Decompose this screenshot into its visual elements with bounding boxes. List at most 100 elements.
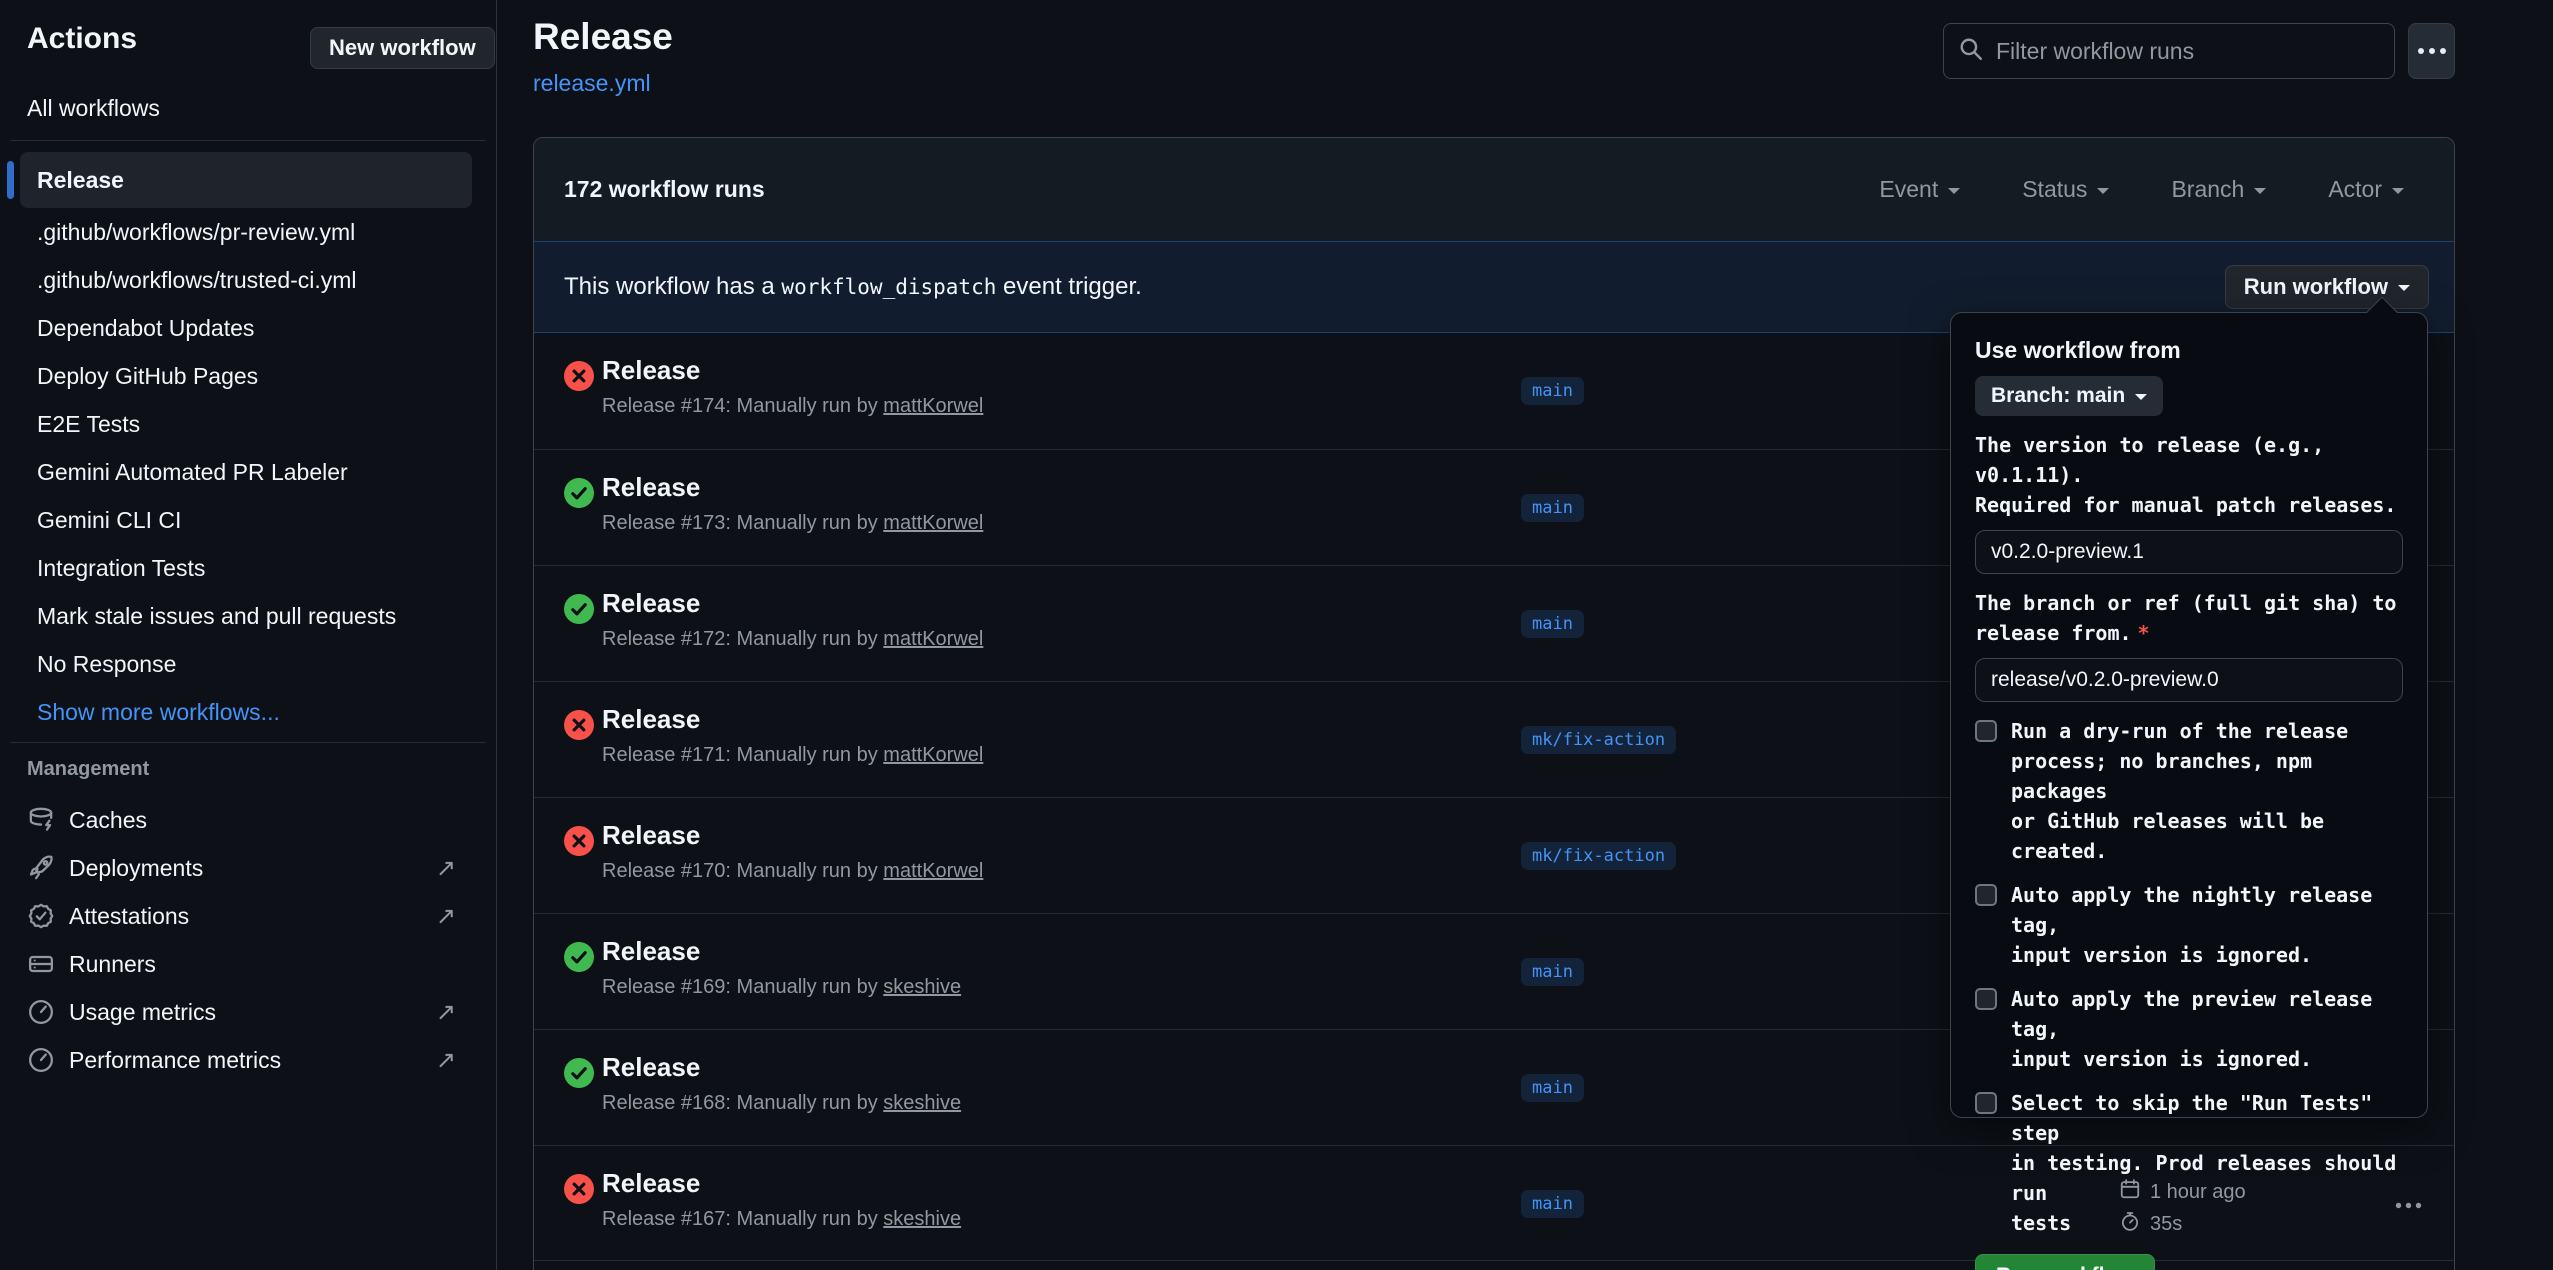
run-workflow-submit-button[interactable]: Run workflow — [1975, 1254, 2155, 1270]
workflow-dispatch-code: workflow_dispatch — [781, 275, 996, 299]
sidebar-item-workflow[interactable]: Integration Tests — [20, 544, 472, 592]
sidebar-item-attestations[interactable]: Attestations↗ — [0, 892, 496, 940]
run-meta: Release #174: Manually run by mattKorwel — [602, 395, 983, 418]
filter-branch[interactable]: Branch — [2171, 176, 2266, 203]
actor-link[interactable]: skeshive — [883, 976, 961, 998]
workflow-label: Integration Tests — [37, 555, 205, 582]
actor-link[interactable]: mattKorwel — [883, 628, 983, 650]
branch-badge[interactable]: main — [1521, 494, 1584, 522]
workflow-label: .github/workflows/trusted-ci.yml — [37, 267, 357, 294]
failed-status-icon — [564, 1174, 594, 1204]
banner-text: This workflow has a workflow_dispatch ev… — [564, 273, 1142, 301]
sidebar-item-deployments[interactable]: Deployments↗ — [0, 844, 496, 892]
chevron-down-icon — [1948, 188, 1960, 200]
filter-event[interactable]: Event — [1879, 176, 1960, 203]
option-checkbox[interactable] — [1975, 1092, 1997, 1114]
run-title-link[interactable]: Release — [602, 588, 700, 619]
run-meta: Release #169: Manually run by skeshive — [602, 976, 961, 999]
workflow-label: Gemini Automated PR Labeler — [37, 459, 348, 486]
run-title-link[interactable]: Release — [602, 355, 700, 386]
run-meta: Release #172: Manually run by mattKorwel — [602, 628, 983, 651]
run-title-link[interactable]: Release — [602, 936, 700, 967]
option-checkbox[interactable] — [1975, 988, 1997, 1010]
actor-link[interactable]: mattKorwel — [883, 395, 983, 417]
popup-option-row: Auto apply the nightly release tag,input… — [1975, 880, 2403, 970]
actor-link[interactable]: mattKorwel — [883, 512, 983, 534]
sidebar: Actions New workflow All workflows Relea… — [0, 0, 497, 1270]
success-status-icon — [564, 478, 594, 508]
sidebar-item-workflow[interactable]: .github/workflows/trusted-ci.yml — [20, 256, 472, 304]
option-label: Select to skip the "Run Tests" stepin te… — [2011, 1088, 2403, 1238]
failed-status-icon — [564, 361, 594, 391]
management-section-label: Management — [27, 758, 149, 781]
runs-count: 172 workflow runs — [564, 176, 765, 203]
branch-badge[interactable]: main — [1521, 958, 1584, 986]
sidebar-item-caches[interactable]: Caches — [0, 796, 496, 844]
branch-badge[interactable]: mk/fix-action — [1521, 726, 1676, 754]
actor-link[interactable]: skeshive — [883, 1092, 961, 1114]
management-label: Deployments — [69, 855, 203, 882]
sidebar-item-runners[interactable]: Runners — [0, 940, 496, 988]
filter-status[interactable]: Status — [2022, 176, 2109, 203]
chevron-down-icon — [2392, 188, 2404, 200]
sidebar-item-workflow[interactable]: .github/workflows/pr-review.yml — [20, 208, 472, 256]
failed-status-icon — [564, 710, 594, 740]
workflow-label: Deploy GitHub Pages — [37, 363, 258, 390]
branch-selector-button[interactable]: Branch: main — [1975, 376, 2163, 416]
sidebar-item-workflow[interactable]: Release — [20, 152, 472, 208]
run-workflow-dropdown-button[interactable]: Run workflow — [2225, 265, 2429, 309]
sidebar-item-workflow[interactable]: Dependabot Updates — [20, 304, 472, 352]
run-title-link[interactable]: Release — [602, 1168, 700, 1199]
management-label: Caches — [69, 807, 147, 834]
page-kebab-menu-button[interactable] — [2408, 23, 2455, 79]
show-more-workflows-link[interactable]: Show more workflows... — [20, 688, 472, 736]
run-meta: Release #170: Manually run by mattKorwel — [602, 860, 983, 883]
search-icon — [1958, 36, 1984, 67]
management-list: CachesDeployments↗Attestations↗RunnersUs… — [0, 796, 496, 1084]
branch-badge[interactable]: main — [1521, 1190, 1584, 1218]
failed-status-icon — [564, 826, 594, 856]
chevron-down-icon — [2097, 188, 2109, 200]
run-meta: Release #167: Manually run by skeshive — [602, 1208, 961, 1231]
actor-link[interactable]: mattKorwel — [883, 744, 983, 766]
run-title-link[interactable]: Release — [602, 1052, 700, 1083]
filter-workflow-runs-input[interactable] — [1996, 38, 2380, 65]
workflow-label: Gemini CLI CI — [37, 507, 181, 534]
sidebar-item-all-workflows[interactable]: All workflows — [27, 95, 160, 122]
sidebar-item-workflow[interactable]: Gemini Automated PR Labeler — [20, 448, 472, 496]
branch-badge[interactable]: main — [1521, 610, 1584, 638]
run-title-link[interactable]: Release — [602, 704, 700, 735]
sidebar-divider — [10, 742, 486, 743]
external-link-icon: ↗ — [436, 902, 456, 931]
actor-link[interactable]: skeshive — [883, 1208, 961, 1230]
workflow-label: No Response — [37, 651, 176, 678]
option-label: Auto apply the nightly release tag,input… — [2011, 880, 2403, 970]
workflow-file-link[interactable]: release.yml — [533, 70, 651, 97]
sidebar-item-workflow[interactable]: Mark stale issues and pull requests — [20, 592, 472, 640]
option-checkbox[interactable] — [1975, 720, 1997, 742]
run-title-link[interactable]: Release — [602, 472, 700, 503]
meter-icon — [27, 998, 55, 1026]
success-status-icon — [564, 942, 594, 972]
sidebar-item-workflow[interactable]: No Response — [20, 640, 472, 688]
chevron-down-icon — [2398, 285, 2410, 297]
actor-link[interactable]: mattKorwel — [883, 860, 983, 882]
option-checkbox[interactable] — [1975, 884, 1997, 906]
ref-input[interactable] — [1975, 658, 2403, 702]
sidebar-item-workflow[interactable]: Deploy GitHub Pages — [20, 352, 472, 400]
sidebar-item-usage-metrics[interactable]: Usage metrics↗ — [0, 988, 496, 1036]
sidebar-item-performance-metrics[interactable]: Performance metrics↗ — [0, 1036, 496, 1084]
workflow-label: Release — [37, 167, 124, 194]
run-title-link[interactable]: Release — [602, 820, 700, 851]
sidebar-item-workflow[interactable]: E2E Tests — [20, 400, 472, 448]
branch-badge[interactable]: mk/fix-action — [1521, 842, 1676, 870]
filter-actor[interactable]: Actor — [2328, 176, 2404, 203]
branch-badge[interactable]: main — [1521, 1074, 1584, 1102]
version-input[interactable] — [1975, 530, 2403, 574]
branch-badge[interactable]: main — [1521, 377, 1584, 405]
sidebar-item-workflow[interactable]: Gemini CLI CI — [20, 496, 472, 544]
page-title: Release — [533, 16, 673, 58]
option-label: Run a dry-run of the releaseprocess; no … — [2011, 716, 2403, 866]
management-label: Usage metrics — [69, 999, 216, 1026]
new-workflow-button[interactable]: New workflow — [310, 27, 495, 69]
